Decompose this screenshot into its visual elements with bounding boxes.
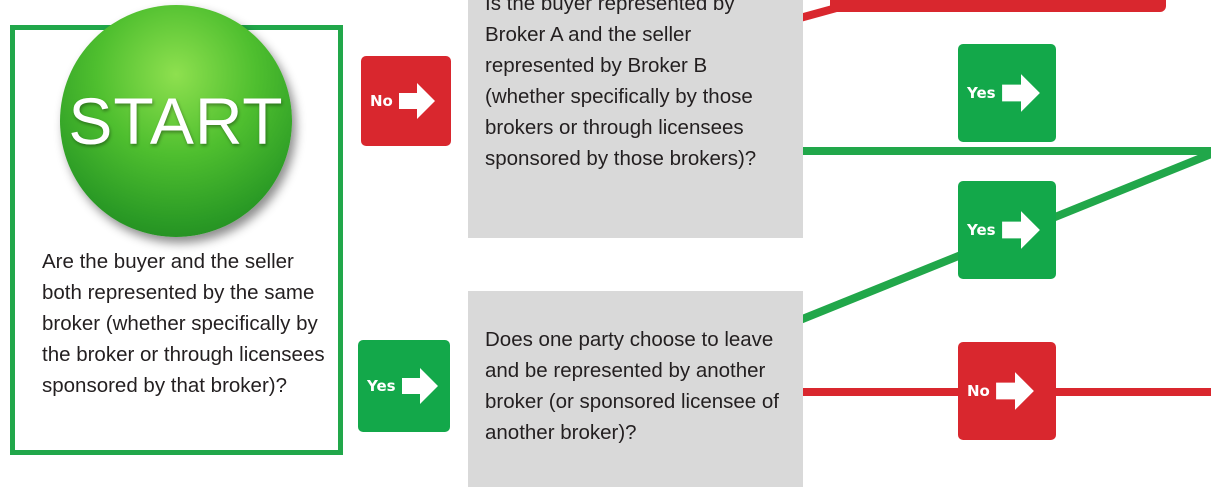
no-label: No [370, 92, 393, 110]
yes-label: Yes [967, 84, 996, 102]
start-circle: START [60, 5, 292, 237]
arrow-right-icon [1001, 211, 1040, 249]
arrow-right-icon [995, 372, 1034, 410]
start-yes-button[interactable]: Yes [358, 340, 450, 432]
question-bottom: Does one party choose to leave and be re… [485, 328, 779, 444]
no-label: No [967, 382, 990, 400]
start-question: Are the buyer and the seller both repres… [42, 250, 325, 397]
yes-label: Yes [967, 221, 996, 239]
bottom-no-button[interactable]: No [958, 342, 1056, 440]
arrow-right-icon [1001, 74, 1040, 112]
bottom-yes-button[interactable]: Yes [958, 181, 1056, 279]
question-top: Is the buyer represented by Broker A and… [485, 0, 757, 170]
arrow-right-icon [398, 83, 435, 119]
yes-label: Yes [367, 377, 396, 395]
red-outcome-box [830, 0, 1166, 12]
top-yes-button[interactable]: Yes [958, 44, 1056, 142]
start-label: START [68, 84, 284, 158]
arrow-right-icon [401, 368, 438, 404]
start-no-button[interactable]: No [361, 56, 451, 146]
